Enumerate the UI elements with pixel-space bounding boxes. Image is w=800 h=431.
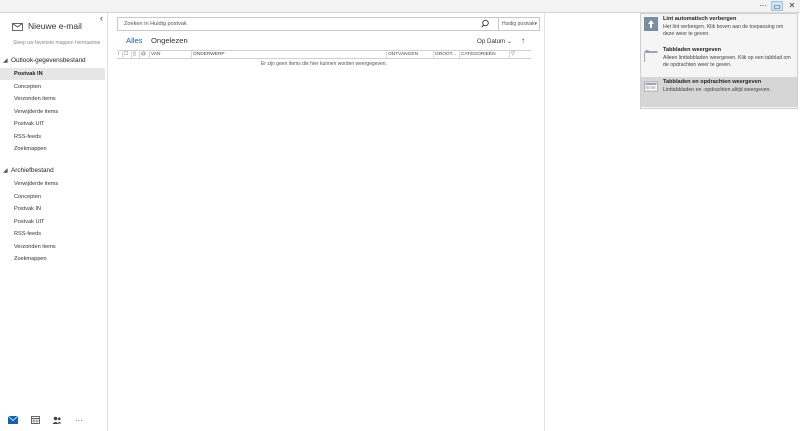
archive-folder-rss[interactable]: RSS-feeds [0,228,105,240]
new-mail-label: Nieuwe e-mail [28,21,82,31]
more-options-icon[interactable]: ··· [757,1,769,11]
tab-all[interactable]: Alles [126,36,142,45]
search-input[interactable]: Zoeken in Huidig postvak [124,21,187,27]
module-switcher: ··· [0,409,107,431]
group-outlook-data[interactable]: ◢ Outlook-gegevensbestand [3,57,105,64]
group-archive[interactable]: ◢ Archiefbestand [3,167,105,174]
close-icon[interactable]: ✕ [786,1,798,11]
chevron-down-icon: ⌄ [506,38,513,45]
column-header-row: ! ☐ ▯ @ VAN ONDERWERP ONTVANGEN GROOT...… [117,50,531,59]
search-icon[interactable] [478,19,492,29]
folder-inbox[interactable]: Postvak IN [0,68,105,80]
new-mail-button[interactable]: Nieuwe e-mail [12,18,82,34]
folder-search[interactable]: Zoekmappen [0,143,105,155]
auto-hide-ribbon-icon [644,17,658,31]
folder-drafts[interactable]: Concepten [0,81,105,93]
archive-folder-sent[interactable]: Verzonden items [0,241,105,253]
option-show-tabs-and-commands[interactable]: Tabbladen en opdrachten weergeven Lintta… [641,77,797,107]
tab-unread[interactable]: Ongelezen [151,36,188,45]
show-tabs-commands-icon [644,81,658,92]
option-show-tabs[interactable]: Tabbladen weergeven Alleen linttabbladen… [641,45,797,75]
column-icon[interactable]: ▯ [132,51,140,58]
archive-folder-deleted[interactable]: Verwijderde items [0,178,105,190]
archive-folder-outbox[interactable]: Postvak UIT [0,216,105,228]
folder-rss[interactable]: RSS-feeds [0,131,105,143]
favorites-hint: Sleep uw favoriete mappen hiernaartoe [13,40,101,46]
chevron-down-icon: ▾ [534,21,537,27]
column-from[interactable]: VAN [150,51,192,58]
search-scope-dropdown[interactable]: Huidig postvak ▾ [498,18,540,30]
column-categories[interactable]: CATEGORIEËN [460,51,510,58]
ribbon-display-options-menu: Lint automatisch verbergen Het lint verb… [640,13,798,109]
folder-sent[interactable]: Verzonden items [0,93,105,105]
column-size[interactable]: GROOT... [434,51,460,58]
filter-icon[interactable]: ▽ [510,51,531,58]
column-attachment[interactable]: @ [140,51,150,58]
ribbon-display-options-button[interactable]: ▭ [771,1,783,11]
sort-dropdown[interactable]: Op Datum ⌄ [477,38,512,45]
column-reminder[interactable]: ☐ [123,51,132,58]
search-box[interactable]: Zoeken in Huidig postvak Huidig postvak … [117,17,540,31]
collapse-pane-icon[interactable]: ‹ [100,13,103,23]
calendar-icon[interactable] [24,409,46,431]
option-auto-hide-ribbon[interactable]: Lint automatisch verbergen Het lint verb… [641,14,797,44]
empty-list-message: Er zijn geen items die hier kunnen worde… [261,61,387,67]
mail-icon[interactable] [2,409,24,431]
archive-folder-search[interactable]: Zoekmappen [0,253,105,265]
envelope-icon [12,22,23,31]
column-received[interactable]: ONTVANGEN [387,51,434,58]
sort-direction-icon[interactable]: ↑ [521,36,525,45]
title-bar: ··· ▭ ✕ [0,0,800,13]
more-icon[interactable]: ··· [68,409,90,431]
message-list-pane: Zoeken in Huidig postvak Huidig postvak … [108,13,545,431]
archive-folder-inbox[interactable]: Postvak IN [0,203,105,215]
folder-outbox[interactable]: Postvak UIT [0,118,105,130]
collapse-arrow-icon: ◢ [3,168,8,174]
people-icon[interactable] [46,409,68,431]
folder-pane: Nieuwe e-mail ‹ Sleep uw favoriete mappe… [0,13,108,431]
collapse-arrow-icon: ◢ [3,58,8,64]
column-subject[interactable]: ONDERWERP [192,51,387,58]
folder-deleted[interactable]: Verwijderde items [0,106,105,118]
archive-folder-drafts[interactable]: Concepten [0,191,105,203]
show-tabs-icon [644,50,658,62]
